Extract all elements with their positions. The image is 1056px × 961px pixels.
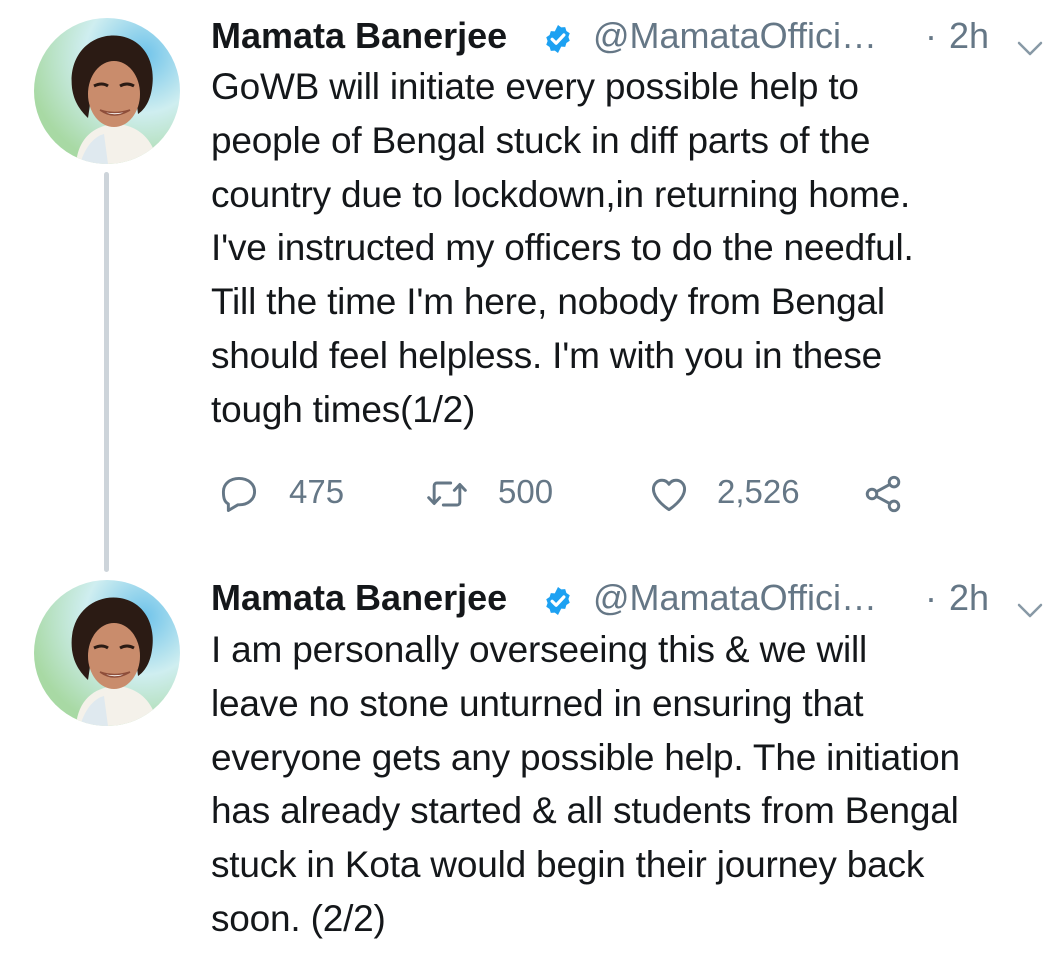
tweet-text-line: leave no stone unturned in ensuring that: [211, 682, 864, 724]
avatar[interactable]: [34, 580, 180, 726]
tweet-text-line: everyone gets any possible help. The ini…: [211, 736, 960, 778]
tweet-text-line: stuck in Kota would begin their journey …: [211, 844, 925, 886]
tweet-text-line: has already started & all students from …: [211, 790, 959, 832]
retweet-count: 500: [498, 473, 554, 510]
like-count: 2,526: [717, 473, 800, 510]
tweet-header: Mamata Banerjee @MamataOffici… · 2h: [211, 576, 1056, 620]
reply-icon: [221, 476, 257, 512]
tweet-text-line: Till the time I'm here, nobody from Beng…: [211, 281, 885, 323]
author-handle[interactable]: @MamataOffici…: [593, 14, 877, 58]
tweet-text-line: should feel helpless. I'm with you in th…: [211, 334, 883, 376]
author-handle[interactable]: @MamataOffici…: [593, 576, 877, 620]
tweet-text: GoWB will initiate every possible help t…: [211, 60, 1048, 437]
author-name[interactable]: Mamata Banerjee: [211, 576, 507, 620]
verified-badge-icon: [542, 583, 574, 615]
reply-count: 475: [289, 473, 345, 510]
retweet-icon: [427, 481, 467, 507]
timestamp[interactable]: 2h: [949, 14, 989, 58]
avatar[interactable]: [34, 18, 180, 164]
author-name[interactable]: Mamata Banerjee: [211, 14, 507, 58]
tweet-text-line: soon. (2/2): [211, 897, 386, 939]
header-separator: ·: [925, 15, 937, 56]
tweet-text-line: tough times(1/2): [211, 388, 476, 430]
tweet-actions: 475 500 2,526: [211, 464, 931, 520]
tweet-text-line: I've instructed my officers to do the ne…: [211, 227, 914, 269]
heart-icon: [651, 478, 687, 512]
tweet-text: I am personally overseeing this & we wil…: [211, 623, 1048, 946]
tweet-text-line: people of Bengal stuck in diff parts of …: [211, 119, 871, 161]
timestamp[interactable]: 2h: [949, 576, 989, 620]
header-separator: ·: [925, 577, 937, 618]
verified-badge-icon: [542, 21, 574, 53]
tweet-2[interactable]: Mamata Banerjee @MamataOffici… · 2h I am…: [0, 560, 1056, 961]
chevron-down-icon[interactable]: [1015, 588, 1045, 618]
share-icon: [865, 475, 901, 513]
thread-connector-line: [104, 172, 109, 572]
tweet-text-line: I am personally overseeing this & we wil…: [211, 629, 868, 670]
tweet-1[interactable]: Mamata Banerjee @MamataOffici… · 2h GoWB…: [0, 0, 1056, 572]
tweet-header: Mamata Banerjee @MamataOffici… · 2h: [211, 14, 1056, 58]
tweet-text-line: country due to lockdown,in returning hom…: [211, 173, 911, 215]
chevron-down-icon[interactable]: [1015, 26, 1045, 56]
tweet-text-line: GoWB will initiate every possible help t…: [211, 66, 859, 107]
